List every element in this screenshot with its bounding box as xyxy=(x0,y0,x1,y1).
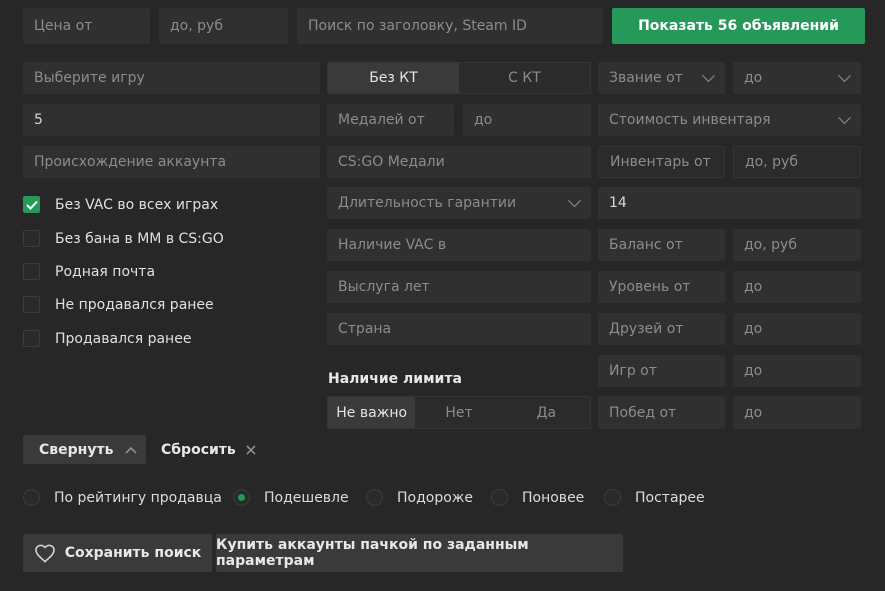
kt-option-without[interactable]: Без КТ xyxy=(328,63,459,93)
radio-label: По рейтингу продавца xyxy=(54,489,222,506)
collapse-button[interactable]: Свернуть xyxy=(23,435,146,464)
checkbox-no-mm-ban[interactable]: Без бана в ММ в CS:GO xyxy=(23,230,224,247)
checkbox-label: Не продавался ранее xyxy=(55,296,214,313)
warranty-label: Длительность гарантии xyxy=(338,195,517,211)
collapse-label: Свернуть xyxy=(39,441,114,458)
games-to-input[interactable]: до xyxy=(733,355,861,387)
chevron-down-icon xyxy=(702,69,715,83)
level-to-input[interactable]: до xyxy=(733,271,861,303)
kt-option-with[interactable]: С КТ xyxy=(459,63,590,93)
radio-icon[interactable] xyxy=(491,489,508,506)
heart-icon xyxy=(34,544,55,563)
save-search-label: Сохранить поиск xyxy=(64,545,202,561)
game-select[interactable]: Выберите игру xyxy=(23,62,320,94)
checkbox-label: Без VAC во всех играх xyxy=(55,196,219,213)
rank-to-select[interactable]: до xyxy=(733,62,861,94)
radio-label: Поновее xyxy=(522,489,585,506)
vac-in-select[interactable]: Наличие VAC в xyxy=(327,229,591,261)
radio-label: Постарее xyxy=(635,489,705,506)
number-input[interactable]: 5 xyxy=(23,104,320,136)
checkbox-label: Без бана в ММ в CS:GO xyxy=(55,230,224,247)
sort-option-rating[interactable]: По рейтингу продавца xyxy=(23,489,222,506)
level-from-input[interactable]: Уровень от xyxy=(598,271,725,303)
chevron-down-icon xyxy=(838,111,851,125)
checkbox-box[interactable] xyxy=(23,296,40,313)
inventory-from-input[interactable]: Инвентарь от xyxy=(598,146,725,178)
rank-to-label: до xyxy=(744,70,763,86)
reset-label: Сбросить xyxy=(161,441,236,458)
games-from-input[interactable]: Игр от xyxy=(598,355,725,387)
inventory-cost-label: Стоимость инвентаря xyxy=(609,112,771,128)
show-listings-button[interactable]: Показать 56 объявлений xyxy=(612,8,865,44)
limit-option-no[interactable]: Нет xyxy=(415,397,502,428)
rank-from-select[interactable]: Звание от xyxy=(598,62,725,94)
checkbox-sold-before[interactable]: Продавался ранее xyxy=(23,330,191,347)
sort-option-older[interactable]: Постарее xyxy=(604,489,705,506)
inventory-to-input[interactable]: до, руб xyxy=(733,146,861,178)
checkbox-box[interactable] xyxy=(23,230,40,247)
radio-icon[interactable] xyxy=(366,489,383,506)
kt-toggle[interactable]: Без КТ С КТ xyxy=(327,62,591,94)
checkbox-label: Продавался ранее xyxy=(55,330,192,347)
csgo-medals-select[interactable]: CS:GO Медали xyxy=(327,146,591,178)
limit-option-yes[interactable]: Да xyxy=(503,397,590,428)
chevron-down-icon xyxy=(838,69,851,83)
sort-option-cheaper[interactable]: Подешевле xyxy=(233,489,349,506)
limit-option-any[interactable]: Не важно xyxy=(328,397,416,428)
country-select[interactable]: Страна xyxy=(327,313,591,345)
close-icon xyxy=(246,444,256,455)
friends-to-input[interactable]: до xyxy=(733,313,861,345)
account-origin-select[interactable]: Происхождение аккаунта xyxy=(23,146,320,178)
radio-icon[interactable] xyxy=(604,489,621,506)
chevron-up-icon xyxy=(125,446,137,454)
friends-from-input[interactable]: Друзей от xyxy=(598,313,725,345)
limit-toggle[interactable]: Не важно Нет Да xyxy=(327,396,591,429)
price-to-input[interactable]: до, руб xyxy=(159,8,288,44)
checkbox-label: Родная почта xyxy=(55,263,156,280)
chevron-down-icon xyxy=(568,194,581,208)
wins-from-input[interactable]: Побед от xyxy=(598,396,725,429)
radio-selected-icon[interactable] xyxy=(233,489,250,506)
balance-to-input[interactable]: до, руб xyxy=(733,229,861,261)
price-from-input[interactable]: Цена от xyxy=(23,8,150,44)
warranty-select[interactable]: Длительность гарантии xyxy=(327,187,591,219)
medals-to-input[interactable]: до xyxy=(463,104,591,136)
balance-from-input[interactable]: Баланс от xyxy=(598,229,725,261)
warranty-value-input[interactable]: 14 xyxy=(598,187,861,219)
checkbox-box[interactable] xyxy=(23,263,40,280)
checkbox-not-sold-before[interactable]: Не продавался ранее xyxy=(23,296,214,313)
inventory-cost-select[interactable]: Стоимость инвентаря xyxy=(598,104,861,136)
checkbox-native-mail[interactable]: Родная почта xyxy=(23,263,155,280)
buy-batch-button[interactable]: Купить аккаунты пачкой по заданным парам… xyxy=(216,534,623,572)
radio-icon[interactable] xyxy=(23,489,40,506)
reset-button[interactable]: Сбросить xyxy=(161,435,256,464)
years-select[interactable]: Выслуга лет xyxy=(327,271,591,303)
sort-option-pricier[interactable]: Подороже xyxy=(366,489,473,506)
checkbox-box[interactable] xyxy=(23,330,40,347)
save-search-button[interactable]: Сохранить поиск xyxy=(23,534,212,572)
radio-label: Подороже xyxy=(397,489,474,506)
medals-from-input[interactable]: Медалей от xyxy=(327,104,454,136)
checkbox-checked-icon[interactable] xyxy=(23,196,40,213)
radio-label: Подешевле xyxy=(264,489,349,506)
wins-to-input[interactable]: до xyxy=(733,396,861,429)
sort-option-newer[interactable]: Поновее xyxy=(491,489,584,506)
checkbox-no-vac[interactable]: Без VAC во всех играх xyxy=(23,196,218,213)
limit-title: Наличие лимита xyxy=(328,371,462,387)
rank-from-label: Звание от xyxy=(609,70,683,86)
search-input[interactable]: Поиск по заголовку, Steam ID xyxy=(297,8,603,44)
